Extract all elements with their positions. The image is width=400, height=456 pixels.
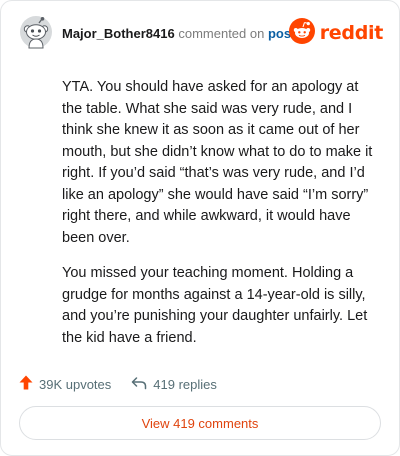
reddit-alien-icon [288,17,315,49]
upvote-button[interactable]: 39K upvotes [19,375,111,393]
reddit-wordmark: reddit [319,22,384,44]
reply-count: 419 replies [153,376,217,392]
comment-card: Major_Bother8416 commented on post reddi… [0,0,400,456]
snoo-avatar-icon[interactable] [19,15,53,49]
upvote-arrow-icon [19,375,33,393]
action-text: commented on [178,26,265,41]
comment-paragraph: You missed your teaching moment. Holding… [62,265,368,346]
comment-header: Major_Bother8416 commented on post reddi… [1,1,399,67]
comment-paragraph: YTA. You should have asked for an apolog… [62,79,373,246]
upvote-count: 39K upvotes [39,376,112,392]
byline: Major_Bother8416 commented on post [62,26,295,42]
comment-body: YTA. You should have asked for an apolog… [62,77,382,363]
view-comments-button[interactable]: View 419 comments [19,406,381,440]
reddit-logo[interactable]: reddit [288,17,384,49]
username[interactable]: Major_Bother8416 [62,26,175,41]
comment-actions: 39K upvotes 419 replies [19,374,237,394]
reply-button[interactable]: 419 replies [131,376,217,393]
reply-arrow-icon [131,376,147,393]
